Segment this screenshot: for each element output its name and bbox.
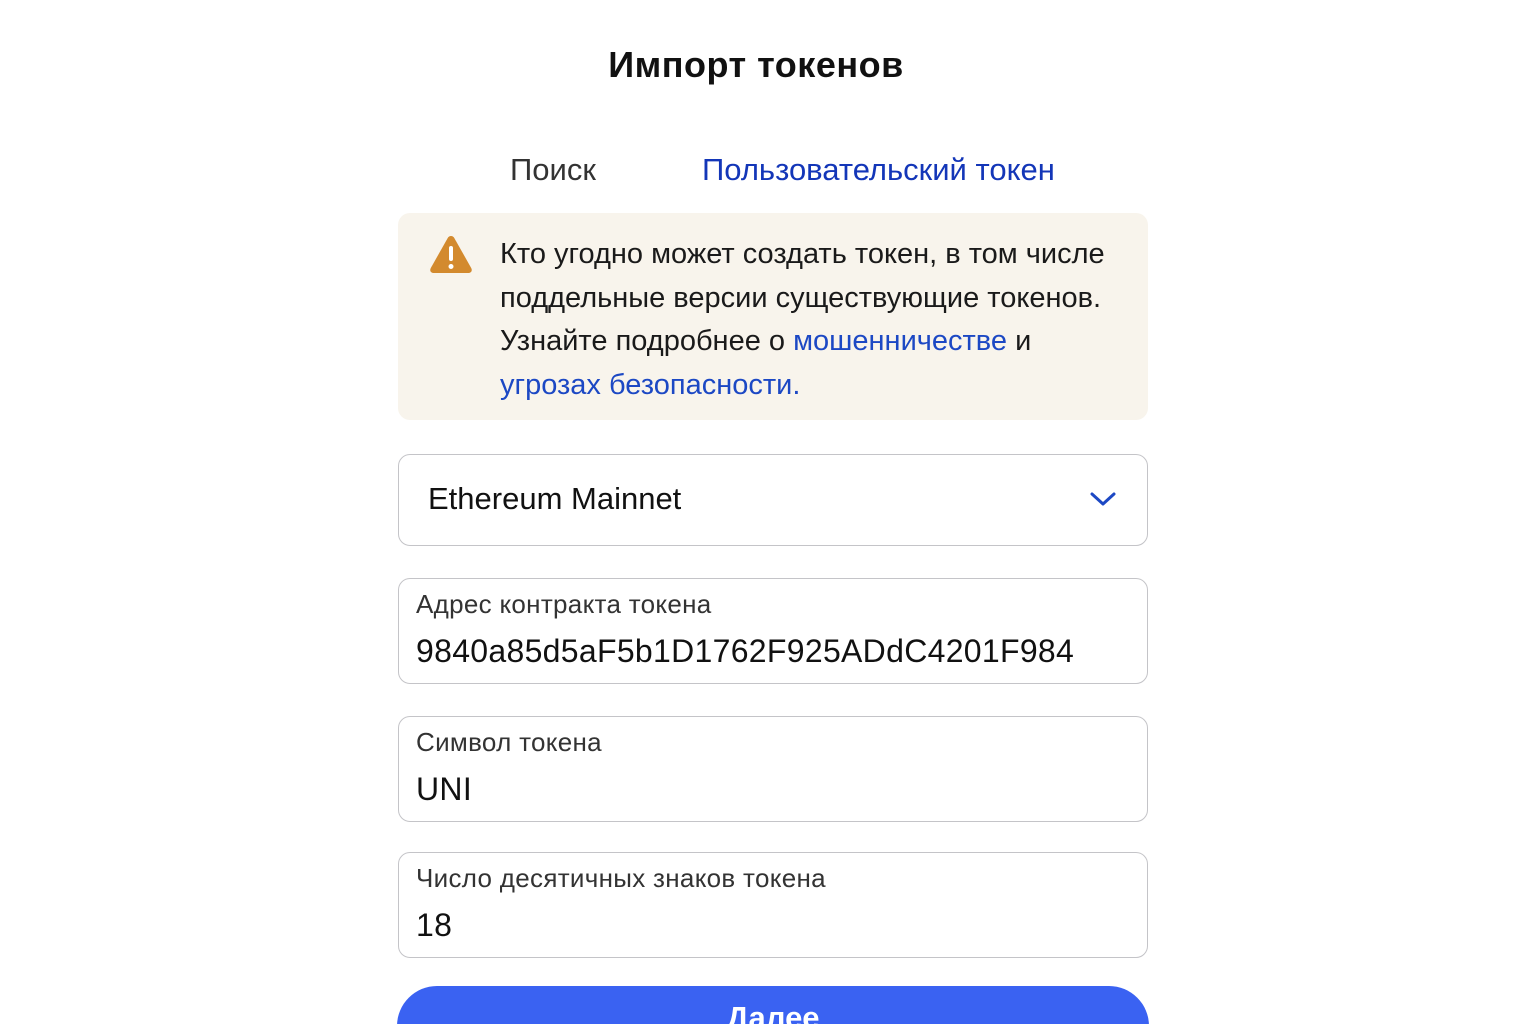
token-symbol-field[interactable]: Символ токена UNI (398, 716, 1148, 822)
network-select-value: Ethereum Mainnet (428, 481, 682, 516)
page-title: Импорт токенов (608, 44, 904, 85)
warning-message: Кто угодно может создать токен, в том чи… (500, 233, 1140, 407)
warning-triangle-icon (430, 236, 472, 273)
chevron-down-icon (1090, 492, 1116, 506)
token-decimals-label: Число десятичных знаков токена (416, 863, 826, 893)
network-select[interactable]: Ethereum Mainnet (398, 454, 1148, 546)
token-decimals-field[interactable]: Число десятичных знаков токена 18 (398, 852, 1148, 958)
security-risks-link[interactable]: угрозах безопасности. (500, 369, 800, 401)
token-decimals-input[interactable]: 18 (416, 907, 452, 944)
contract-address-input[interactable]: 9840a85d5aF5b1D1762F925ADdC4201F984 (416, 633, 1074, 670)
warning-connector: и (1015, 325, 1032, 357)
contract-address-label: Адрес контракта токена (416, 589, 712, 619)
tab-custom-token[interactable]: Пользовательский токен (702, 152, 1055, 188)
warning-banner: Кто угодно может создать токен, в том чи… (398, 213, 1148, 420)
tab-bar: Поиск Пользовательский токен (398, 152, 1148, 200)
token-symbol-input[interactable]: UNI (416, 771, 472, 808)
token-symbol-label: Символ токена (416, 727, 602, 757)
fraud-link[interactable]: мошенничестве (793, 325, 1007, 357)
import-tokens-page: Импорт токенов Поиск Пользовательский то… (0, 0, 1536, 1024)
next-button[interactable]: Далее (397, 986, 1149, 1024)
contract-address-field[interactable]: Адрес контракта токена 9840a85d5aF5b1D17… (398, 578, 1148, 684)
tab-search[interactable]: Поиск (510, 152, 596, 188)
